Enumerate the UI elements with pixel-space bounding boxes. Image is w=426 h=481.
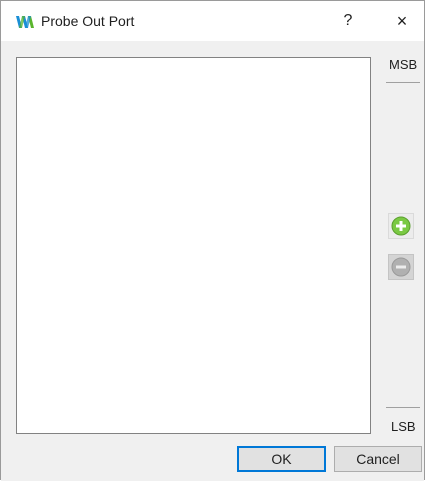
window-title: Probe Out Port [41,13,135,29]
port-list[interactable] [16,57,371,434]
lsb-label: LSB [391,419,416,434]
probe-out-port-dialog: Probe Out Port ? × MSB LSB OK Cancel [0,0,425,481]
cancel-button[interactable]: Cancel [334,446,422,472]
close-button[interactable]: × [389,9,415,33]
plus-circle-icon [391,216,411,236]
minus-circle-icon [391,257,411,277]
add-port-button[interactable] [388,213,414,239]
msb-label: MSB [389,57,418,72]
help-button[interactable]: ? [335,9,361,33]
msb-divider [386,82,420,83]
gowin-logo-icon [15,12,35,32]
lsb-divider [386,407,420,408]
dialog-body: MSB LSB OK Cancel [1,41,424,481]
remove-port-button[interactable] [388,254,414,280]
ok-button[interactable]: OK [237,446,326,472]
title-bar: Probe Out Port ? × [1,1,424,41]
